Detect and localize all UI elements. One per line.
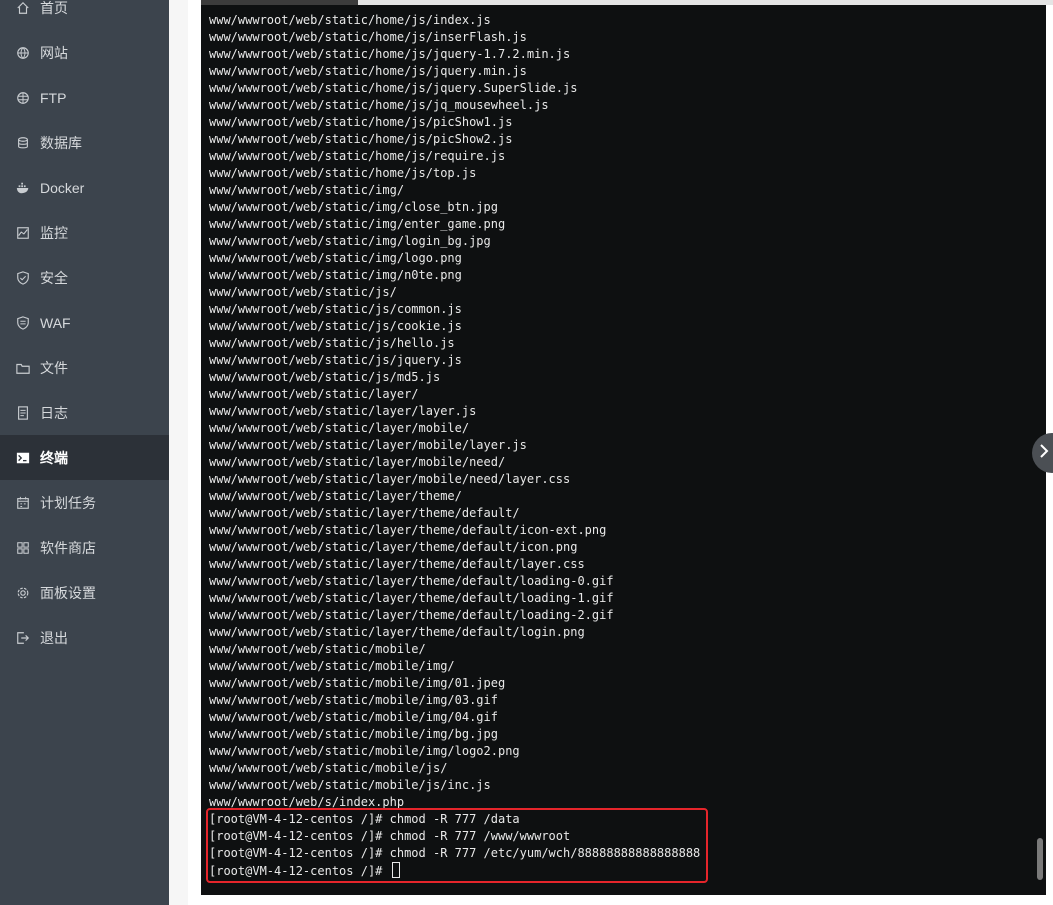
terminal-line: www/wwwroot/web/static/layer/theme/defau… bbox=[209, 557, 585, 571]
sidebar-item-3[interactable]: 数据库 bbox=[0, 120, 169, 165]
sidebar-item-12[interactable]: 软件商店 bbox=[0, 525, 169, 570]
terminal-line: www/wwwroot/web/static/js/cookie.js bbox=[209, 319, 462, 333]
terminal-icon bbox=[15, 450, 31, 466]
terminal-line: www/wwwroot/web/static/home/js/picShow2.… bbox=[209, 132, 513, 146]
sidebar-item-10[interactable]: 终端 bbox=[0, 435, 169, 480]
terminal-line: www/wwwroot/web/static/home/js/jquery.Su… bbox=[209, 81, 578, 95]
terminal-line: www/wwwroot/web/static/layer/mobile/ bbox=[209, 421, 470, 435]
sidebar-item-7[interactable]: WAF bbox=[0, 300, 169, 345]
shield-icon bbox=[15, 270, 31, 286]
ftp-globe-icon bbox=[15, 90, 31, 106]
sidebar-item-8[interactable]: 文件 bbox=[0, 345, 169, 390]
sidebar-item-4[interactable]: Docker bbox=[0, 165, 169, 210]
terminal-line: www/wwwroot/web/static/mobile/js/ bbox=[209, 761, 448, 775]
terminal-line: www/wwwroot/web/static/home/js/require.j… bbox=[209, 149, 506, 163]
chevron-right-icon bbox=[1038, 443, 1050, 464]
sidebar-item-label: 终端 bbox=[40, 449, 68, 466]
waf-shield-icon bbox=[15, 315, 31, 331]
sidebar-item-0[interactable]: 首页 bbox=[0, 0, 169, 30]
terminal-output: www/wwwroot/web/static/home/js/index.js w… bbox=[209, 12, 700, 879]
terminal-line: www/wwwroot/web/static/layer/theme/defau… bbox=[209, 625, 585, 639]
terminal-line: www/wwwroot/web/static/layer/mobile/laye… bbox=[209, 438, 527, 452]
terminal-line: www/wwwroot/web/static/img/enter_game.pn… bbox=[209, 217, 506, 231]
terminal-window[interactable]: www/wwwroot/web/static/home/js/index.js w… bbox=[201, 5, 1046, 895]
terminal-line: www/wwwroot/web/static/mobile/ bbox=[209, 642, 426, 656]
sidebar-item-label: 面板设置 bbox=[40, 584, 96, 601]
terminal-line: www/wwwroot/web/static/img/login_bg.jpg bbox=[209, 234, 491, 248]
sidebar-item-label: 首页 bbox=[40, 0, 68, 16]
terminal-line: www/wwwroot/web/static/js/md5.js bbox=[209, 370, 441, 384]
sidebar-item-label: Docker bbox=[40, 179, 85, 196]
monitor-icon bbox=[15, 225, 31, 241]
sidebar-item-2[interactable]: FTP bbox=[0, 75, 169, 120]
terminal-line: www/wwwroot/web/static/js/ bbox=[209, 285, 397, 299]
sidebar-item-label: 软件商店 bbox=[40, 539, 96, 556]
terminal-line: www/wwwroot/web/static/layer/ bbox=[209, 387, 419, 401]
terminal-line: www/wwwroot/web/static/layer/theme/defau… bbox=[209, 506, 520, 520]
sidebar-item-label: 日志 bbox=[40, 404, 68, 421]
terminal-line: www/wwwroot/web/static/layer/mobile/need… bbox=[209, 455, 506, 469]
home-icon bbox=[15, 0, 31, 16]
terminal-line: www/wwwroot/web/static/home/js/inserFlas… bbox=[209, 30, 527, 44]
calendar-icon bbox=[15, 495, 31, 511]
sidebar-item-label: 文件 bbox=[40, 359, 68, 376]
terminal-line: www/wwwroot/web/static/img/logo.png bbox=[209, 251, 462, 265]
terminal-line: www/wwwroot/web/static/mobile/img/03.gif bbox=[209, 693, 498, 707]
terminal-line: www/wwwroot/web/static/home/js/jquery-1.… bbox=[209, 47, 571, 61]
terminal-line: www/wwwroot/web/static/layer/theme/defau… bbox=[209, 591, 614, 605]
docker-icon bbox=[15, 180, 31, 196]
sidebar-item-label: WAF bbox=[40, 314, 71, 331]
terminal-line: www/wwwroot/web/static/layer/theme/ bbox=[209, 489, 462, 503]
sidebar-item-11[interactable]: 计划任务 bbox=[0, 480, 169, 525]
sidebar-item-label: FTP bbox=[40, 89, 67, 106]
terminal-line: www/wwwroot/web/static/img/ bbox=[209, 183, 405, 197]
terminal-line: www/wwwroot/web/static/home/js/jquery.mi… bbox=[209, 64, 527, 78]
sidebar-item-5[interactable]: 监控 bbox=[0, 210, 169, 255]
folder-icon bbox=[15, 360, 31, 376]
terminal-line: www/wwwroot/web/static/mobile/img/04.gif bbox=[209, 710, 498, 724]
terminal-line: www/wwwroot/web/static/js/hello.js bbox=[209, 336, 455, 350]
sidebar-item-13[interactable]: 面板设置 bbox=[0, 570, 169, 615]
terminal-line: www/wwwroot/web/static/mobile/js/inc.js bbox=[209, 778, 491, 792]
terminal-line: www/wwwroot/web/static/layer/theme/defau… bbox=[209, 540, 578, 554]
terminal-line: www/wwwroot/web/static/home/js/top.js bbox=[209, 166, 477, 180]
terminal-line: www/wwwroot/web/static/mobile/img/01.jpe… bbox=[209, 676, 506, 690]
terminal-line: www/wwwroot/web/static/js/common.js bbox=[209, 302, 462, 316]
log-icon bbox=[15, 405, 31, 421]
terminal-line: www/wwwroot/web/static/home/js/index.js bbox=[209, 13, 491, 27]
terminal-line: www/wwwroot/web/static/mobile/img/ bbox=[209, 659, 455, 673]
sidebar-item-label: 计划任务 bbox=[40, 494, 96, 511]
terminal-line: www/wwwroot/web/static/img/close_btn.jpg bbox=[209, 200, 498, 214]
apps-icon bbox=[15, 540, 31, 556]
terminal-line: www/wwwroot/web/static/layer/theme/defau… bbox=[209, 523, 607, 537]
sidebar-item-label: 数据库 bbox=[40, 134, 82, 151]
sidebar-gap bbox=[169, 0, 188, 905]
sidebar-item-1[interactable]: 网站 bbox=[0, 30, 169, 75]
terminal-line: www/wwwroot/web/static/mobile/img/bg.jpg bbox=[209, 727, 498, 741]
gear-icon bbox=[15, 585, 31, 601]
terminal-line: www/wwwroot/web/static/img/n0te.png bbox=[209, 268, 462, 282]
sidebar-item-label: 退出 bbox=[40, 629, 68, 646]
logout-icon bbox=[15, 630, 31, 646]
terminal-line: www/wwwroot/web/static/layer/theme/defau… bbox=[209, 574, 614, 588]
sidebar-item-label: 网站 bbox=[40, 44, 68, 61]
terminal-line: www/wwwroot/web/static/home/js/picShow1.… bbox=[209, 115, 513, 129]
sidebar: 首页网站 FTP 数据库 Docker 监控安全 WAF 文件日志终端计划任务软件商店面板设… bbox=[0, 0, 169, 905]
sidebar-item-9[interactable]: 日志 bbox=[0, 390, 169, 435]
sidebar-item-14[interactable]: 退出 bbox=[0, 615, 169, 660]
terminal-line: www/wwwroot/web/static/mobile/img/logo2.… bbox=[209, 744, 520, 758]
terminal-line: www/wwwroot/web/static/layer/layer.js bbox=[209, 404, 477, 418]
highlight-annotation-box bbox=[206, 808, 708, 883]
globe-icon bbox=[15, 45, 31, 61]
sidebar-item-label: 安全 bbox=[40, 269, 68, 286]
database-icon bbox=[15, 135, 31, 151]
sidebar-item-label: 监控 bbox=[40, 224, 68, 241]
terminal-line: www/wwwroot/web/static/js/jquery.js bbox=[209, 353, 462, 367]
terminal-scrollbar[interactable] bbox=[1037, 838, 1043, 880]
terminal-line: www/wwwroot/web/static/layer/theme/defau… bbox=[209, 608, 614, 622]
terminal-line: www/wwwroot/web/static/home/js/jq_mousew… bbox=[209, 98, 549, 112]
sidebar-item-6[interactable]: 安全 bbox=[0, 255, 169, 300]
terminal-line: www/wwwroot/web/static/layer/mobile/need… bbox=[209, 472, 571, 486]
